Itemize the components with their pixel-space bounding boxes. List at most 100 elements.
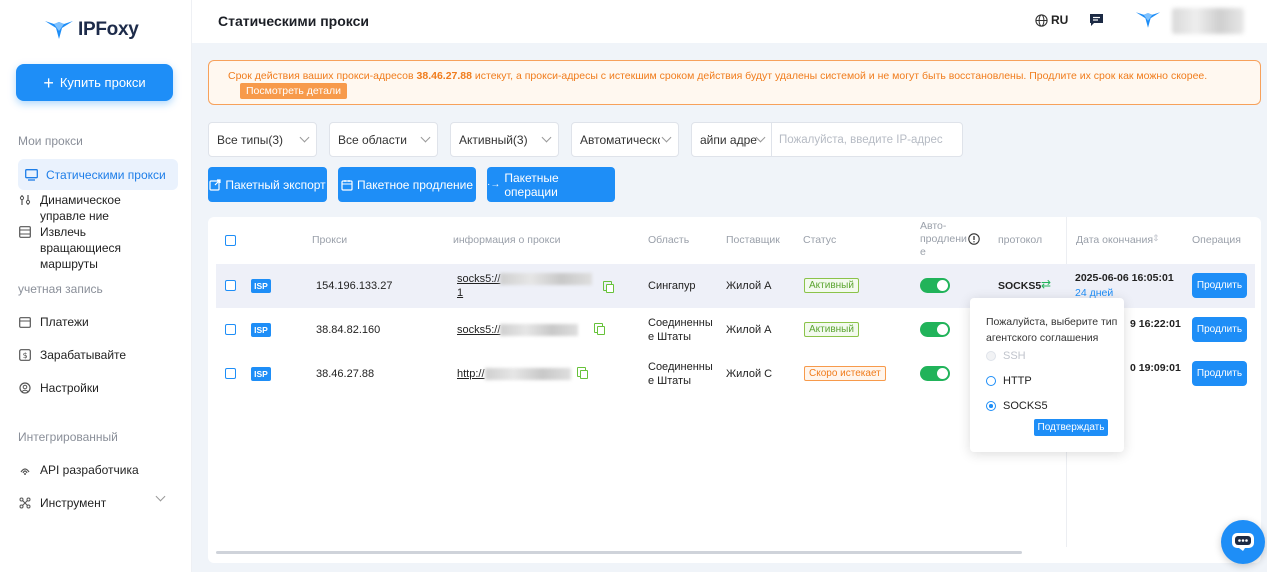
status-badge: Скоро истекает — [804, 366, 886, 381]
copy-icon[interactable] — [603, 281, 614, 293]
protocol-option-socks5[interactable]: SOCKS5 — [986, 400, 1048, 412]
provider: Жилой A — [726, 280, 772, 292]
option-label: SOCKS5 — [1003, 400, 1048, 412]
sidebar-item-settings[interactable]: Настройки — [18, 380, 178, 396]
sidebar-item-earn[interactable]: $ Зарабатывайте — [18, 347, 178, 363]
row-checkbox[interactable] — [225, 368, 236, 379]
chevron-down-icon[interactable] — [155, 491, 166, 502]
avatar[interactable] — [1135, 9, 1161, 34]
radio-button[interactable] — [986, 351, 996, 361]
protocol-option-http[interactable]: HTTP — [986, 375, 1032, 387]
header-expiry: Дата окончания — [1076, 234, 1154, 246]
sidebar-item-payments[interactable]: Платежи — [18, 314, 178, 330]
expiry-date: 9 16:22:01 — [1130, 318, 1181, 330]
sidebar-item-label: Динамическое управле ние — [40, 193, 121, 223]
protocol[interactable]: SOCKS5 — [998, 279, 1041, 293]
header-operation: Операция — [1192, 234, 1241, 246]
protocol-popover: Пожалуйста, выберите тип агентского согл… — [970, 298, 1124, 452]
type-filter-select[interactable]: Все типы(3) — [208, 122, 317, 157]
ip-search-input[interactable] — [772, 123, 962, 156]
confirm-button[interactable]: Подтверждать — [1034, 419, 1108, 436]
info-icon[interactable] — [968, 233, 980, 248]
swap-icon[interactable]: ⇄ — [1041, 277, 1051, 291]
region-filter-select[interactable]: Все области — [329, 122, 438, 157]
view-details-button[interactable]: Посмотреть детали — [240, 83, 347, 99]
renew-button[interactable]: Продлить — [1192, 361, 1247, 386]
header-region: Область — [648, 234, 690, 246]
sidebar-item-rotating-routes[interactable]: Извлечь вращающиеся маршруты — [18, 224, 168, 272]
sidebar-item-label: API разработчика — [40, 463, 139, 477]
sidebar-item-static-proxies[interactable]: Статическими прокси — [18, 159, 178, 190]
support-chat-button[interactable] — [1221, 520, 1265, 564]
row-checkbox[interactable] — [225, 280, 236, 291]
row-checkbox[interactable] — [225, 324, 236, 335]
redacted-credentials — [484, 368, 571, 381]
provider: Жилой C — [726, 368, 773, 380]
batch-renew-button[interactable]: Пакетное продление — [338, 167, 476, 202]
auto-renew-toggle[interactable] — [920, 366, 950, 381]
copy-icon[interactable] — [594, 323, 605, 335]
logo[interactable]: IPFoxy — [44, 19, 139, 41]
alert-message: Срок действия ваших прокси-адресов 38.46… — [228, 70, 1208, 82]
protocol-option-ssh[interactable]: SSH — [986, 350, 1026, 362]
radio-button[interactable] — [986, 376, 996, 386]
dots-icon: ·→ — [487, 179, 501, 190]
status-badge: Активный — [804, 322, 859, 337]
proxy-ip: 38.46.27.88 — [316, 368, 375, 380]
calendar-icon — [341, 179, 353, 191]
status-filter-value: Активный(3) — [459, 132, 528, 147]
expiry-alert: Срок действия ваших прокси-адресов 38.46… — [208, 60, 1261, 105]
type-filter-value: Все типы(3) — [217, 132, 283, 147]
renew-button[interactable]: Продлить — [1192, 273, 1247, 298]
sidebar-item-api[interactable]: API разработчика — [18, 462, 178, 478]
proxy-info-link[interactable]: socks5://1 — [457, 272, 597, 300]
sort-icon[interactable]: ⇕ — [1152, 233, 1160, 244]
chevron-down-icon — [541, 132, 552, 143]
batch-operations-button[interactable]: ·→ Пакетные операции — [487, 167, 615, 202]
radio-button[interactable] — [986, 401, 996, 411]
chevron-down-icon — [420, 132, 431, 143]
select-all-checkbox[interactable] — [225, 235, 236, 246]
horizontal-scrollbar[interactable] — [216, 551, 1022, 554]
proxy-info-link[interactable]: socks5:// — [457, 323, 597, 337]
batch-renew-label: Пакетное продление — [356, 177, 474, 192]
language-switcher[interactable]: RU — [1035, 13, 1068, 27]
auto-renew-toggle[interactable] — [920, 278, 950, 293]
batch-export-label: Пакетный экспорт — [225, 177, 326, 192]
region: Сингапур — [648, 280, 696, 292]
isp-tag: ISP — [251, 279, 271, 293]
header-provider: Поставщик — [726, 234, 780, 246]
redacted-credentials — [500, 324, 579, 337]
proxy-info-link[interactable]: http:// — [457, 367, 597, 381]
sidebar-item-label: Статическими прокси — [46, 167, 166, 182]
sidebar-item-tool[interactable]: Инструмент — [18, 491, 168, 511]
renew-button[interactable]: Продлить — [1192, 317, 1247, 342]
svg-text:$: $ — [23, 351, 28, 360]
isp-tag: ISP — [251, 323, 271, 337]
sidebar-item-dynamic[interactable]: Динамическое управле ние — [18, 192, 168, 224]
sidebar: IPFoxy + Купить прокси Мои прокси Статич… — [0, 0, 192, 572]
status-badge: Активный — [804, 278, 859, 293]
page-title: Статическими прокси — [218, 13, 369, 29]
isp-tag: ISP — [251, 367, 271, 381]
batch-export-button[interactable]: Пакетный экспорт — [208, 167, 327, 202]
top-header: Статическими прокси RU — [192, 0, 1267, 43]
plus-icon: + — [43, 72, 54, 93]
expiry-date: 2025-06-06 16:05:01 — [1075, 272, 1174, 284]
renew-filter-select[interactable]: Автоматическо — [571, 122, 679, 157]
sidebar-item-label: Настройки — [40, 381, 99, 395]
auto-renew-toggle[interactable] — [920, 322, 950, 337]
ip-mode-select[interactable]: айпи адре — [692, 123, 772, 156]
username-redacted[interactable] — [1172, 8, 1244, 34]
buy-proxy-button[interactable]: + Купить прокси — [16, 64, 173, 101]
chevron-down-icon — [661, 132, 672, 143]
status-filter-select[interactable]: Активный(3) — [450, 122, 559, 157]
section-account: учетная запись — [18, 282, 103, 296]
section-integrated: Интегрированный — [18, 430, 118, 444]
expiry-date: 0 19:09:01 — [1130, 362, 1181, 374]
chat-bubble-icon — [1232, 533, 1254, 551]
header-status: Статус — [803, 234, 837, 246]
message-icon[interactable] — [1089, 13, 1104, 30]
header-auto-renew: Авто-продлени е — [920, 220, 967, 258]
copy-icon[interactable] — [577, 367, 588, 379]
